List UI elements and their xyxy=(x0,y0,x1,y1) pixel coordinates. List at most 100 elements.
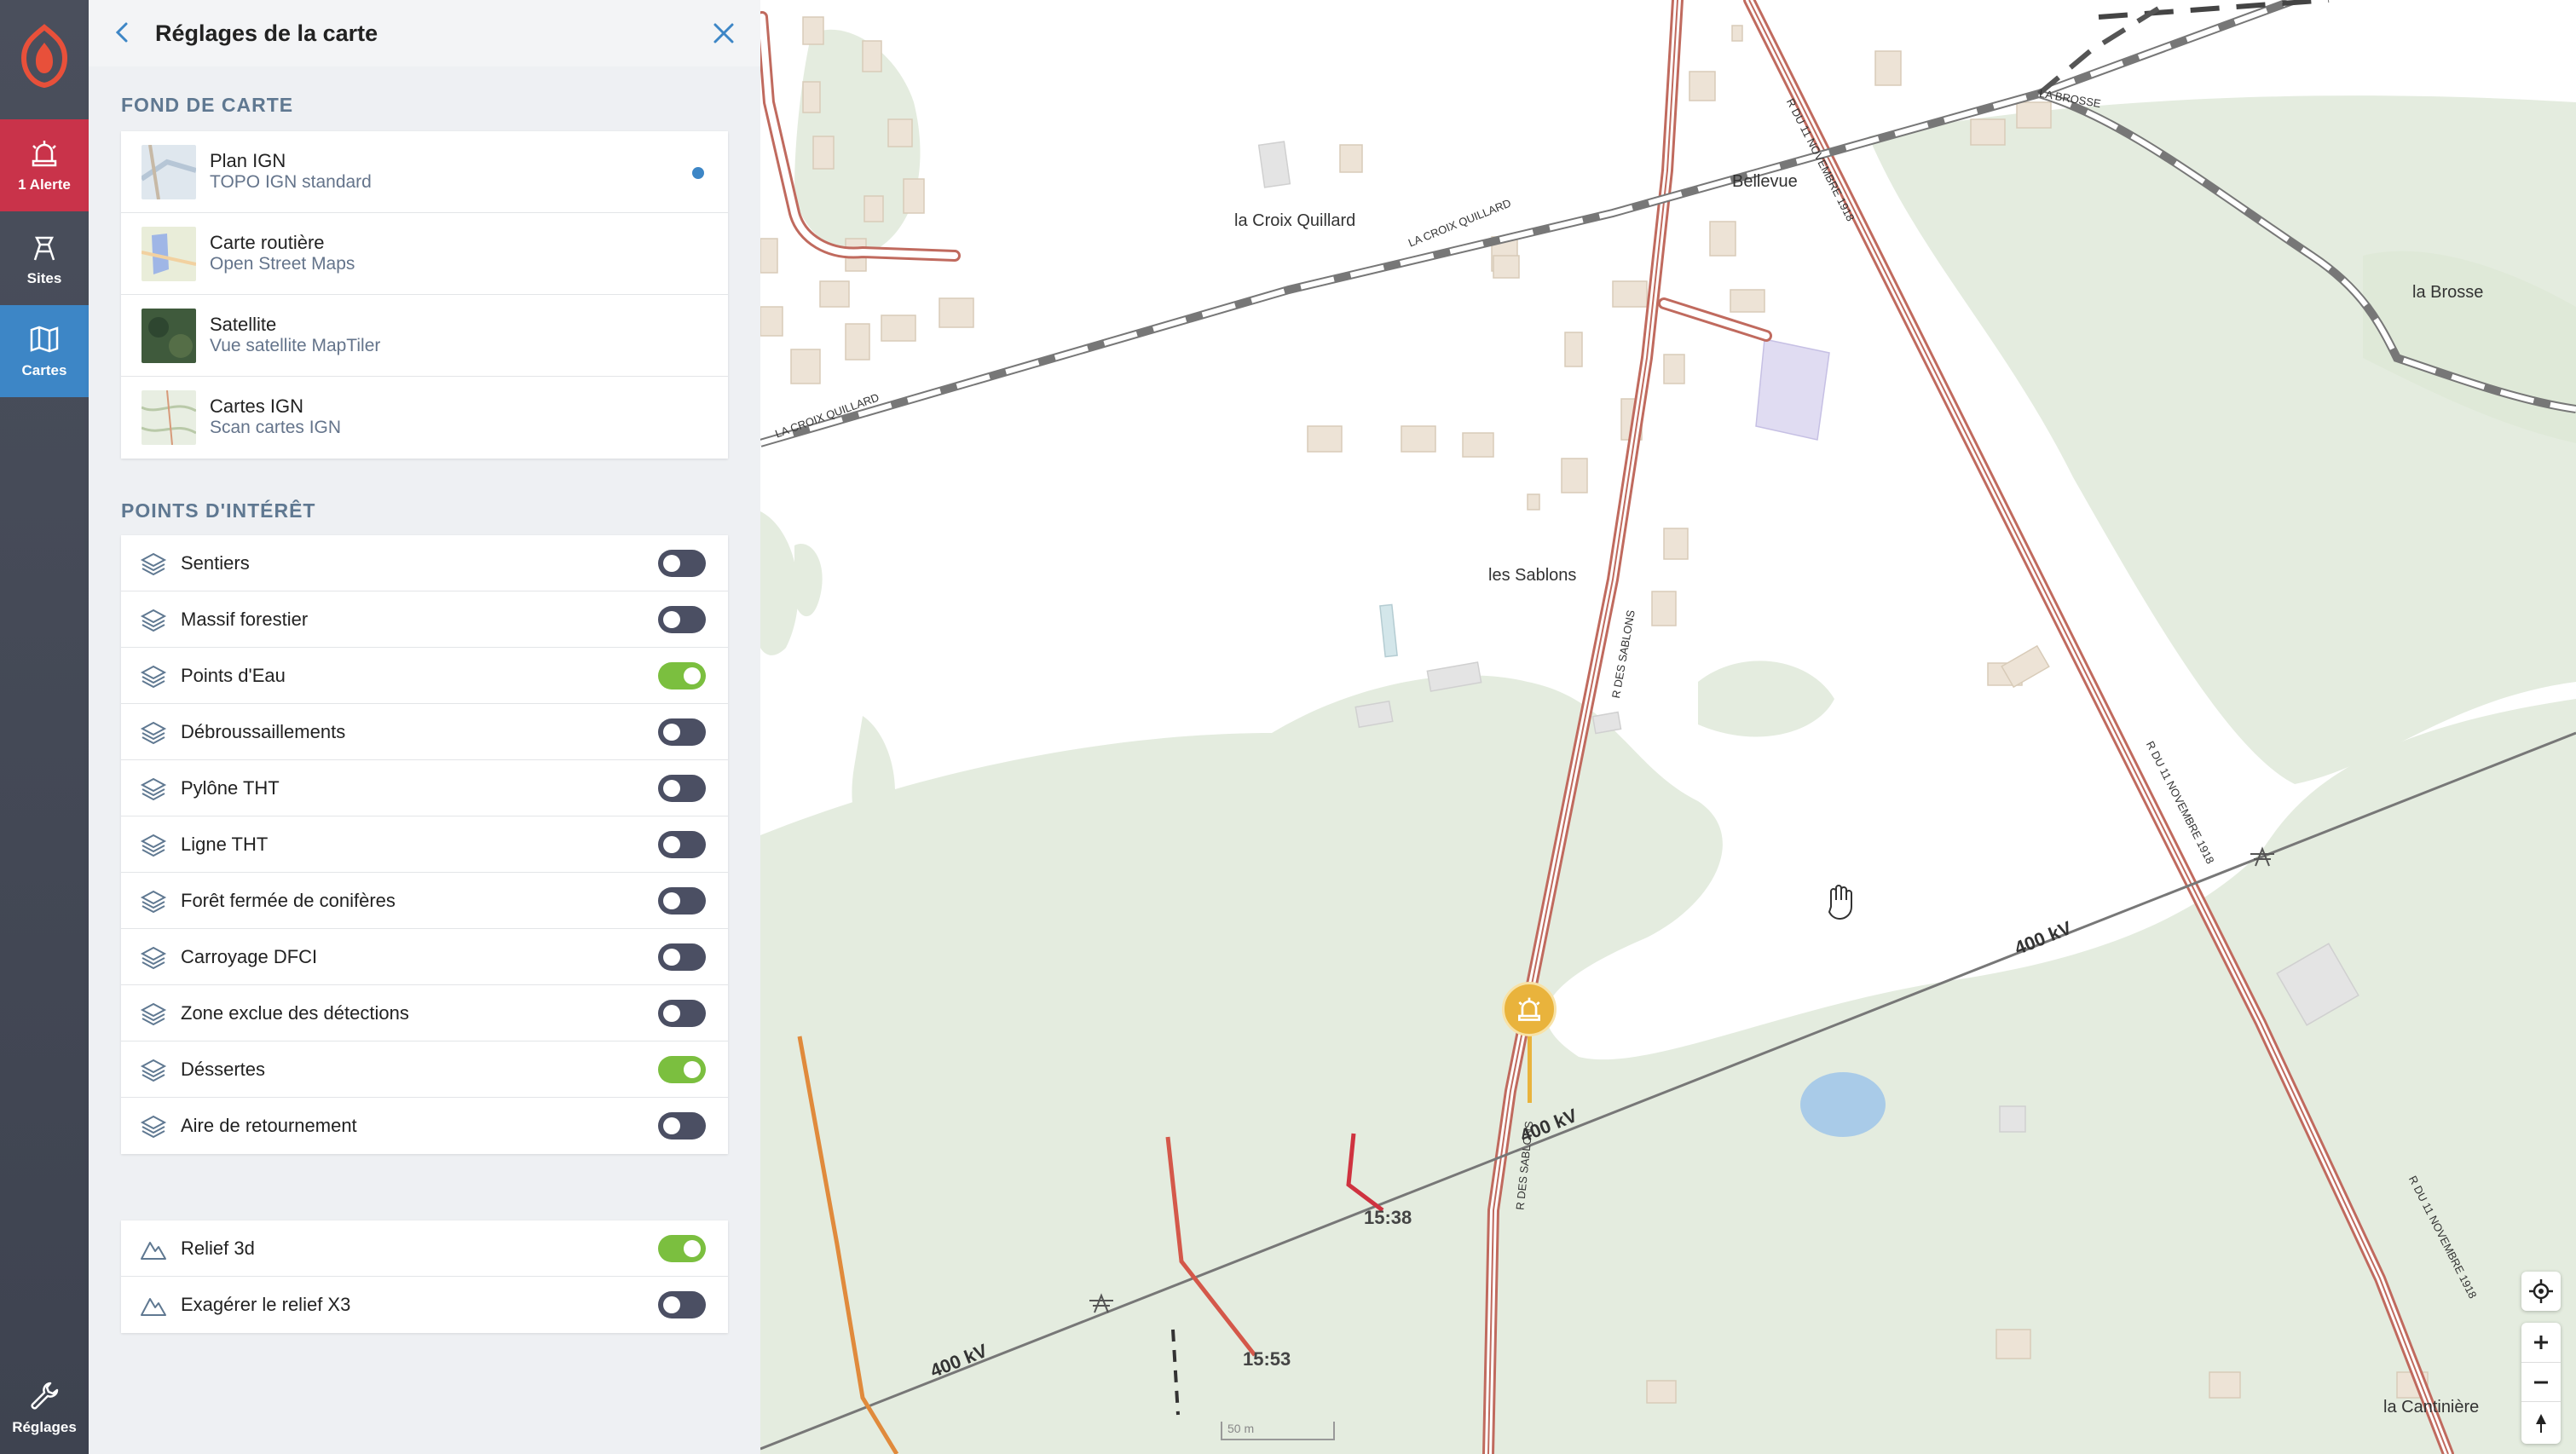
layers-icon xyxy=(140,834,167,857)
layer-label: Déssertes xyxy=(181,1059,266,1080)
nav-alert[interactable]: 1 Alerte xyxy=(0,119,89,211)
layer-label: Aire de retournement xyxy=(181,1115,357,1136)
panel-title: Réglages de la carte xyxy=(155,20,378,46)
basemap-satellite[interactable]: Satellite Vue satellite MapTiler xyxy=(121,295,728,377)
place-label: Bellevue xyxy=(1732,172,1798,191)
alert-marker-pin xyxy=(1528,1031,1532,1103)
basemap-subtitle: Scan cartes IGN xyxy=(210,418,342,437)
layers-icon xyxy=(140,946,167,970)
mountain-icon xyxy=(141,1242,166,1260)
toggle-knob xyxy=(663,555,680,572)
layer-toggle[interactable] xyxy=(658,1112,706,1140)
layer-label: Pylône THT xyxy=(181,777,280,799)
toggle-knob xyxy=(663,949,680,966)
toggle-knob xyxy=(663,611,680,628)
layer-row: Exagérer le relief X3 xyxy=(121,1277,728,1333)
scale-bar: 50 m xyxy=(1221,1422,1335,1440)
layer-label: Ligne THT xyxy=(181,834,269,855)
layers-icon xyxy=(140,1059,167,1082)
siren-icon xyxy=(32,141,57,167)
plan-ign-thumbnail xyxy=(142,145,196,199)
layers-icon xyxy=(140,721,167,745)
time-label: 15:38 xyxy=(1364,1207,1412,1228)
map-canvas[interactable] xyxy=(760,0,2576,1454)
layer-row: Points d'Eau xyxy=(121,648,728,704)
basemap-carte-routiere[interactable]: Carte routière Open Street Maps xyxy=(121,213,728,295)
zoom-out-button[interactable] xyxy=(2521,1362,2561,1401)
layer-toggle[interactable] xyxy=(658,775,706,802)
satellite-thumbnail xyxy=(142,309,196,363)
layers-icon xyxy=(140,1115,167,1139)
layer-toggle[interactable] xyxy=(658,943,706,971)
alert-marker[interactable] xyxy=(1502,982,1557,1036)
basemap-cartes-ign[interactable]: Cartes IGN Scan cartes IGN xyxy=(121,377,728,459)
compass-button[interactable] xyxy=(2521,1401,2561,1444)
layer-label: Relief 3d xyxy=(181,1238,255,1259)
nav-reglages-label: Réglages xyxy=(12,1419,77,1435)
nav-sites-label: Sites xyxy=(26,270,62,286)
back-icon[interactable] xyxy=(107,17,138,48)
basemap-plan-ign[interactable]: Plan IGN TOPO IGN standard xyxy=(121,131,728,213)
layer-label: Débroussaillements xyxy=(181,721,346,742)
layer-label: Carroyage DFCI xyxy=(181,946,318,967)
basemap-name: Plan IGN xyxy=(210,150,286,171)
layers-icon xyxy=(140,552,167,576)
mountain-icon xyxy=(141,1298,166,1316)
basemap-name: Carte routière xyxy=(210,232,325,253)
layer-label: Exagérer le relief X3 xyxy=(181,1294,351,1315)
map-settings-panel: Réglages de la carte FOND DE CARTE Plan … xyxy=(89,0,760,1454)
layers-icon xyxy=(140,665,167,689)
layer-toggle[interactable] xyxy=(658,662,706,689)
place-label: la Cantinière xyxy=(2383,1398,2480,1416)
basemap-subtitle: Open Street Maps xyxy=(210,254,355,274)
close-icon[interactable] xyxy=(709,19,738,48)
basemap-subtitle: Vue satellite MapTiler xyxy=(210,336,381,355)
crosshair-icon xyxy=(2529,1279,2553,1303)
cartes-ign-thumbnail xyxy=(142,390,196,445)
map-icon xyxy=(30,326,59,353)
plus-icon xyxy=(2534,1336,2548,1349)
basemap-list: Plan IGN TOPO IGN standard Carte routièr… xyxy=(121,131,728,459)
zoom-in-button[interactable] xyxy=(2521,1323,2561,1362)
layer-label: Sentiers xyxy=(181,552,250,574)
layer-row: Pylône THT xyxy=(121,760,728,816)
toggle-knob xyxy=(663,780,680,797)
layer-toggle[interactable] xyxy=(658,1056,706,1083)
nav-reglages[interactable]: Réglages xyxy=(0,1362,89,1454)
layer-label: Massif forestier xyxy=(181,609,309,630)
nav-sites[interactable]: Sites xyxy=(0,213,89,305)
panel-header: Réglages de la carte xyxy=(89,0,760,66)
place-label: la Croix Quillard xyxy=(1234,211,1356,230)
layer-row: Ligne THT xyxy=(121,816,728,873)
layer-row: Carroyage DFCI xyxy=(121,929,728,985)
time-label: 15:53 xyxy=(1243,1348,1291,1370)
carte-routiere-thumbnail xyxy=(142,227,196,281)
layer-toggle[interactable] xyxy=(658,718,706,746)
layer-toggle[interactable] xyxy=(658,831,706,858)
locate-button[interactable] xyxy=(2521,1272,2561,1311)
layer-label: Zone exclue des détections xyxy=(181,1002,409,1024)
layer-toggle[interactable] xyxy=(658,550,706,577)
map-view[interactable]: la Croix Quillard Bellevue la Brosse les… xyxy=(760,0,2576,1454)
nav-cartes[interactable]: Cartes xyxy=(0,305,89,397)
layer-label: Forêt fermée de conifères xyxy=(181,890,396,911)
toggle-knob xyxy=(663,1296,680,1313)
layer-toggle[interactable] xyxy=(658,1000,706,1027)
layer-row: Massif forestier xyxy=(121,591,728,648)
layer-toggle[interactable] xyxy=(658,887,706,915)
relief-list: Relief 3d Exagérer le relief X3 xyxy=(121,1220,728,1333)
toggle-knob xyxy=(663,892,680,909)
wrench-icon xyxy=(31,1382,59,1410)
layer-toggle[interactable] xyxy=(658,1235,706,1262)
app-logo-icon xyxy=(20,24,68,89)
layer-row: Débroussaillements xyxy=(121,704,728,760)
toggle-knob xyxy=(663,1005,680,1022)
layers-icon xyxy=(140,890,167,914)
zoom-controls xyxy=(2521,1323,2561,1444)
layers-icon xyxy=(140,609,167,632)
tower-icon xyxy=(33,236,55,261)
layer-toggle[interactable] xyxy=(658,606,706,633)
basemap-name: Cartes IGN xyxy=(210,395,304,417)
scale-label: 50 m xyxy=(1227,1422,1255,1435)
layer-toggle[interactable] xyxy=(658,1291,706,1318)
